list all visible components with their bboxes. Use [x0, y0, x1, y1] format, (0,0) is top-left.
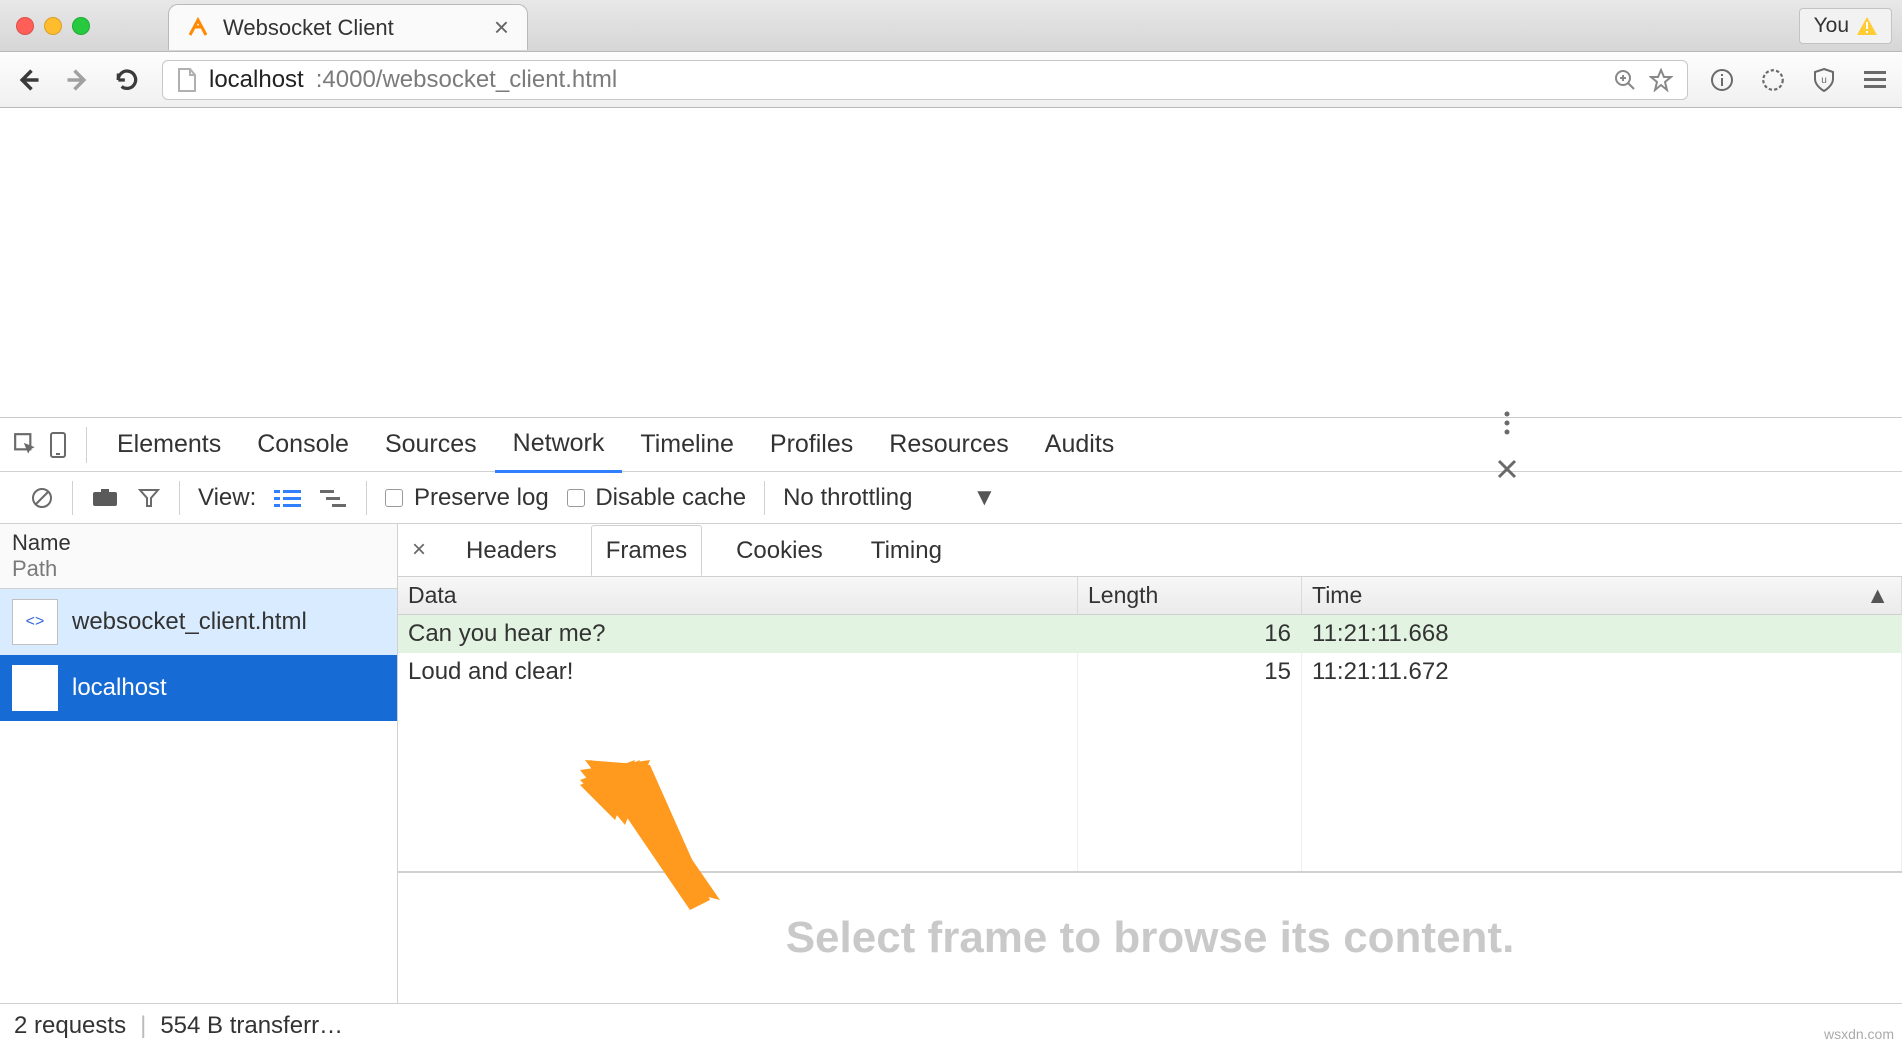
forward-button[interactable]	[64, 66, 92, 94]
col-data: Data	[398, 577, 1078, 614]
extension-cookie-icon[interactable]	[1760, 67, 1786, 93]
request-name: localhost	[72, 674, 167, 702]
view-waterfall-icon[interactable]	[320, 488, 348, 508]
tab-title: Websocket Client	[223, 15, 480, 41]
url-path: :4000/websocket_client.html	[316, 66, 618, 94]
frames-empty-grid	[398, 691, 1902, 871]
svg-text:u: u	[1821, 75, 1827, 86]
tab-elements[interactable]: Elements	[99, 418, 239, 471]
extension-info-icon[interactable]	[1710, 68, 1734, 92]
ws-file-icon	[12, 665, 58, 711]
tab-headers[interactable]: Headers	[452, 526, 571, 575]
back-button[interactable]	[14, 66, 42, 94]
reload-button[interactable]	[114, 67, 140, 93]
tab-console[interactable]: Console	[239, 418, 367, 471]
zoom-window-button[interactable]	[72, 17, 90, 35]
view-label: View:	[198, 484, 256, 512]
page-icon	[177, 68, 197, 92]
frame-row[interactable]: Can you hear me? 16 11:21:11.668	[398, 615, 1902, 653]
tab-sources[interactable]: Sources	[367, 418, 495, 471]
bookmark-star-icon[interactable]	[1649, 68, 1673, 92]
watermark: wsxdn.com	[1824, 1026, 1894, 1042]
ws-favicon-icon	[187, 17, 209, 39]
request-name: websocket_client.html	[72, 608, 307, 636]
kebab-menu-icon[interactable]	[1503, 410, 1511, 436]
frames-header-row[interactable]: Data Length Time▲	[398, 577, 1902, 615]
page-viewport	[0, 108, 1902, 417]
toolbar-extensions: u	[1710, 67, 1888, 93]
profile-label: You	[1814, 14, 1849, 38]
close-detail-icon[interactable]: ×	[412, 536, 426, 564]
html-file-icon: <>	[12, 599, 58, 645]
detail-tabs: × Headers Frames Cookies Timing	[398, 524, 1902, 577]
tab-timeline[interactable]: Timeline	[622, 418, 752, 471]
devtools-tabs: Elements Console Sources Network Timelin…	[0, 418, 1902, 472]
browser-tab[interactable]: Websocket Client ×	[168, 4, 528, 50]
hamburger-menu-icon[interactable]	[1862, 69, 1888, 91]
inspect-icon[interactable]	[10, 432, 42, 458]
minimize-window-button[interactable]	[44, 17, 62, 35]
col-name: Name	[12, 530, 385, 556]
tab-timing[interactable]: Timing	[857, 526, 956, 575]
close-window-button[interactable]	[16, 17, 34, 35]
sort-caret-icon: ▲	[1866, 582, 1889, 609]
chevron-down-icon: ▼	[973, 484, 997, 512]
status-transfer: 554 B transferr…	[160, 1012, 343, 1040]
tab-audits[interactable]: Audits	[1027, 418, 1132, 471]
address-bar[interactable]: localhost :4000/websocket_client.html	[162, 60, 1688, 100]
zoom-icon[interactable]	[1613, 68, 1637, 92]
clear-button[interactable]	[30, 486, 54, 510]
tab-profiles[interactable]: Profiles	[752, 418, 871, 471]
request-list-panel: Name Path <> websocket_client.html local…	[0, 524, 398, 1003]
browser-toolbar: localhost :4000/websocket_client.html u	[0, 52, 1902, 108]
frame-prompt: Select frame to browse its content.	[398, 872, 1902, 1003]
close-devtools-icon[interactable]	[1496, 458, 1518, 480]
col-time: Time▲	[1302, 577, 1902, 614]
devtools-panel: Elements Console Sources Network Timelin…	[0, 417, 1902, 1046]
capture-screenshots-icon[interactable]	[91, 488, 119, 508]
close-tab-icon[interactable]: ×	[494, 12, 509, 43]
tab-cookies[interactable]: Cookies	[722, 526, 837, 575]
request-detail-panel: × Headers Frames Cookies Timing Data Len…	[398, 524, 1902, 1003]
disable-cache-checkbox[interactable]: Disable cache	[567, 484, 746, 512]
request-row[interactable]: localhost	[0, 655, 397, 721]
throttling-select[interactable]: No throttling ▼	[783, 484, 996, 512]
preserve-log-checkbox[interactable]: Preserve log	[385, 484, 548, 512]
device-toggle-icon[interactable]	[42, 431, 74, 459]
profile-button[interactable]: You	[1799, 8, 1892, 44]
traffic-lights	[16, 17, 90, 35]
tab-resources[interactable]: Resources	[871, 418, 1027, 471]
network-status-bar: 2 requests | 554 B transferr…	[0, 1003, 1902, 1046]
frames-table: Data Length Time▲ Can you hear me? 16 11…	[398, 577, 1902, 872]
col-length: Length	[1078, 577, 1302, 614]
tab-frames[interactable]: Frames	[591, 525, 702, 576]
request-list-header[interactable]: Name Path	[0, 524, 397, 589]
status-requests: 2 requests	[14, 1012, 126, 1040]
warning-icon	[1857, 17, 1877, 35]
extension-shield-icon[interactable]: u	[1812, 67, 1836, 93]
view-list-icon[interactable]	[274, 488, 302, 508]
request-row[interactable]: <> websocket_client.html	[0, 589, 397, 655]
url-host: localhost	[209, 66, 304, 94]
col-path: Path	[12, 556, 385, 582]
filter-icon[interactable]	[137, 486, 161, 510]
tab-network[interactable]: Network	[495, 417, 623, 473]
window-titlebar: Websocket Client × You	[0, 0, 1902, 52]
network-toolbar: View: Preserve log Disable cache No thro…	[0, 472, 1902, 524]
frame-row[interactable]: Loud and clear! 15 11:21:11.672	[398, 653, 1902, 691]
